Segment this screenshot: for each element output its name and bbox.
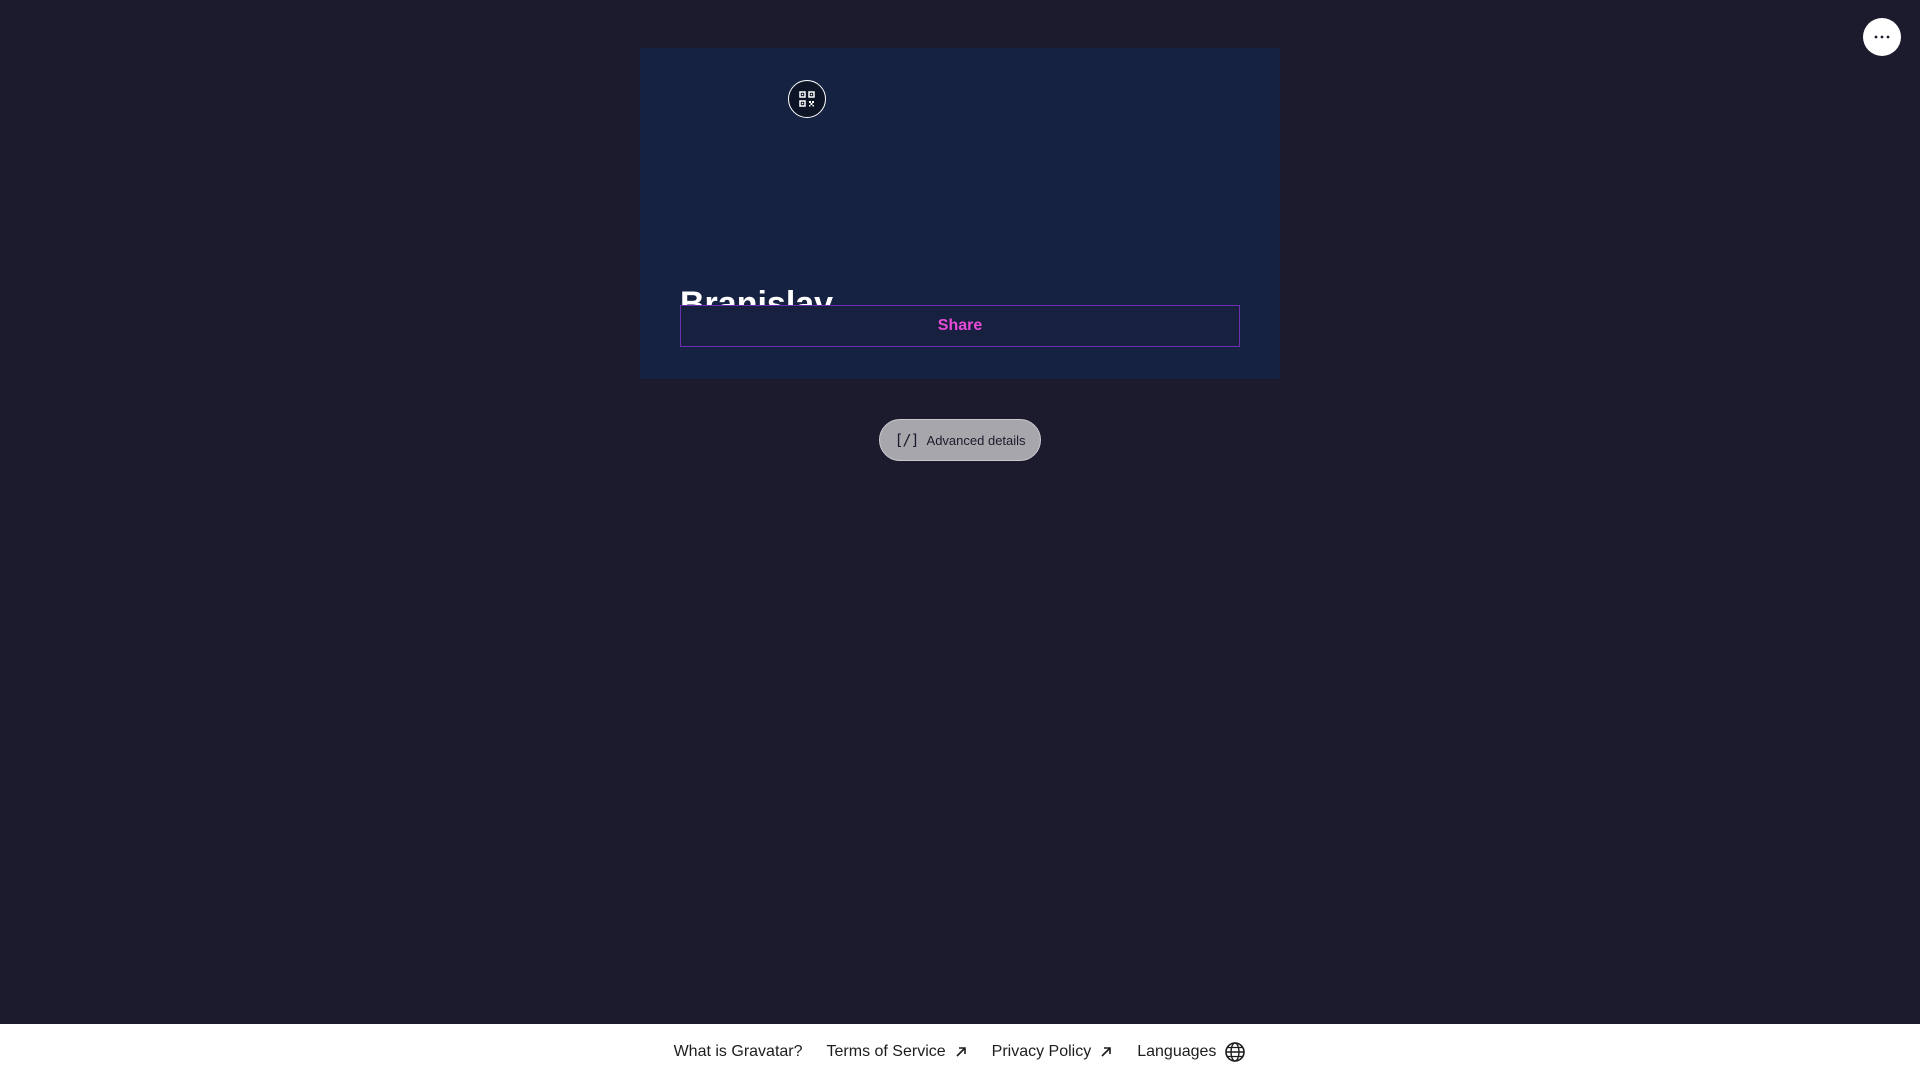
footer-link-what-is-gravatar[interactable]: What is Gravatar? [674,1043,803,1061]
more-options-button[interactable] [1863,18,1901,56]
share-button[interactable]: Share [680,305,1240,347]
footer-link-terms-of-service[interactable]: Terms of Service [827,1043,968,1061]
footer-link-label: Privacy Policy [991,1043,1092,1060]
footer-link-label: What is Gravatar? [673,1043,803,1060]
advanced-details-label: Advanced details [926,432,1026,448]
more-horizontal-icon [1874,35,1890,39]
footer-link-label: Terms of Service [826,1043,946,1060]
footer-link-languages[interactable]: Languages [1137,1041,1246,1063]
external-link-arrow-icon [1101,1047,1112,1057]
footer-link-label: Languages [1137,1043,1217,1060]
footer: What is Gravatar? Terms of Service Priva… [0,1024,1920,1080]
profile-page: Branislav Share [/] Advanced details Wha… [0,0,1920,1080]
globe-icon [1225,1042,1246,1062]
qr-code-button[interactable] [788,80,826,118]
qr-code-icon [799,91,815,107]
footer-link-privacy-policy[interactable]: Privacy Policy [992,1043,1114,1061]
advanced-details-button[interactable]: [/] Advanced details [879,419,1041,461]
profile-card: Branislav Share [640,48,1280,379]
code-brackets-icon: [/] [894,431,919,449]
external-link-arrow-icon [956,1047,966,1057]
